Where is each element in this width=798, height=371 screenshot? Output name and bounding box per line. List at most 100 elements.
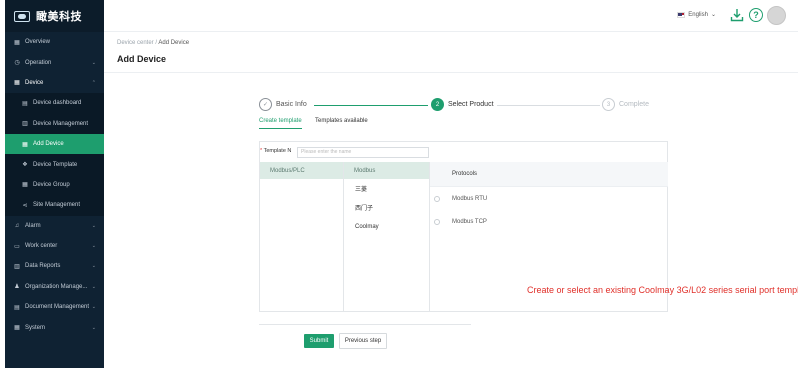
sidebar-item-site-management[interactable]: ⋖ Site Management [5,195,104,216]
chevron-down-icon: ⌄ [91,304,96,311]
sidebar-item-device-template[interactable]: ❖ Device Template [5,154,104,175]
dashboard-icon: ▤ [22,100,28,107]
tab-templates-available[interactable]: Templates available [315,118,368,128]
protocol-option-rtu[interactable]: Modbus RTU [430,187,668,210]
template-icon: ❖ [22,162,28,169]
sidebar-item-label: Device Template [33,161,78,168]
form-divider [259,324,471,325]
sidebar-item-label: Alarm [25,222,41,229]
chevron-down-icon: ⌄ [91,283,96,290]
org-icon: ♟ [14,284,20,291]
list-item[interactable]: Coolmay [344,217,429,236]
device-icon: ▦ [14,80,20,87]
sidebar-item-operation[interactable]: ◷ Operation ⌄ [5,52,104,72]
brand-column: Modbus 三菱 西门子 Coolmay [344,162,430,312]
protocols-column: Protocols Modbus RTU Modbus TCP Create o… [430,162,798,312]
template-name-label: * Template N [260,148,291,154]
header-divider [104,72,798,73]
share-icon: ⋖ [22,202,28,209]
step-number: 2 [431,98,444,111]
sidebar: 瞰美科技 ▦ Overview ◷ Operation ⌄ ▦ Device ⌃ ▤ Device… [5,0,104,368]
step-select-product: 2 Select Product [431,98,494,111]
chevron-down-icon: ⌄ [710,12,716,18]
tab-create-template[interactable]: Create template [259,118,302,129]
language-label: English [688,11,708,18]
submit-button[interactable]: Submit [304,334,334,348]
workcenter-icon: ▭ [14,243,20,250]
step-complete: 3 Complete [602,98,649,111]
previous-step-button[interactable]: Previous step [339,333,387,349]
protocol-option-tcp[interactable]: Modbus TCP [430,210,668,233]
radio-button[interactable] [434,218,440,225]
sidebar-item-label: System [25,324,46,331]
list-item[interactable]: 三菱 [344,179,429,198]
sidebar-item-overview[interactable]: ▦ Overview [5,32,104,52]
add-device-icon: ▦ [22,141,28,148]
sidebar-item-system[interactable]: ▦ System ⌄ [5,317,104,337]
sidebar-item-label: Organization Manage... [25,283,88,290]
sidebar-item-label: Overview [25,39,51,46]
download-icon[interactable] [730,8,744,22]
bell-icon: ♫ [14,222,20,229]
chevron-up-icon: ⌃ [91,79,96,86]
top-header: English ⌄ ? [104,0,798,32]
sidebar-item-label: Device Group [33,181,70,188]
step-connector [497,105,600,106]
chevron-down-icon: ⌄ [91,263,96,270]
radio-button[interactable] [434,195,440,202]
sidebar-item-organization-manage[interactable]: ♟ Organization Manage... ⌄ [5,277,104,297]
grid-icon: ▦ [14,39,20,46]
chevron-down-icon: ⌄ [91,324,96,331]
protocol-label: Modbus TCP [452,218,487,225]
brand-modbus[interactable]: Modbus [344,162,429,179]
step-label: Select Product [448,101,494,108]
breadcrumb: Device center / Add Device [117,40,189,46]
template-name-text: Template N [263,148,292,154]
sidebar-item-device-management[interactable]: ▥ Device Management [5,113,104,134]
check-icon: ✓ [259,98,272,111]
sidebar-item-label: Device [25,79,44,86]
group-icon: ▦ [22,182,28,189]
required-marker: * [260,148,263,154]
category-modbus-plc[interactable]: Modbus/PLC [260,162,343,179]
us-flag-icon [677,11,686,18]
template-panel: * Template N Please enter the name Modbu… [259,141,798,312]
step-number: 3 [602,98,615,111]
chart-icon: ▥ [14,263,20,270]
document-icon: ▤ [14,304,20,311]
avatar[interactable] [767,6,786,25]
step-label: Basic Info [276,101,307,108]
sidebar-item-device-group[interactable]: ▦ Device Group [5,174,104,196]
sidebar-item-data-reports[interactable]: ▥ Data Reports ⌄ [5,256,104,276]
sidebar-item-label: Site Management [33,202,81,209]
sidebar-item-add-device[interactable]: ▦ Add Device [5,133,104,155]
protocol-label: Modbus RTU [452,195,488,202]
system-icon: ▦ [14,325,20,332]
breadcrumb-parent[interactable]: Device center [117,40,154,46]
sidebar-item-label: Device dashboard [33,100,82,107]
sidebar-item-device[interactable]: ▦ Device ⌃ [5,73,104,93]
template-name-input[interactable]: Please enter the name [297,147,429,158]
sidebar-item-alarm[interactable]: ♫ Alarm ⌄ [5,216,104,236]
steps-progress: ✓ Basic Info 2 Select Product 3 Complete [259,98,679,114]
sidebar-item-device-dashboard[interactable]: ▤ Device dashboard [5,93,104,114]
app-window: 瞰美科技 ▦ Overview ◷ Operation ⌄ ▦ Device ⌃ ▤ Device… [0,0,798,371]
breadcrumb-current: Add Device [158,40,190,46]
category-column: Modbus/PLC [260,162,344,312]
sidebar-item-work-center[interactable]: ▭ Work center ⌄ [5,236,104,256]
protocols-header: Protocols [430,162,668,187]
language-selector[interactable]: English ⌄ [677,11,716,18]
annotation-note: Create or select an existing Coolmay 3G/… [527,285,798,295]
sidebar-item-label: Operation [25,59,52,66]
help-icon[interactable]: ? [749,8,763,22]
brand[interactable]: 瞰美科技 [5,0,104,32]
sidebar-item-document-management[interactable]: ▤ Document Management ⌄ [5,297,104,317]
clock-icon: ◷ [14,60,20,67]
list-item[interactable]: 西门子 [344,198,429,217]
step-label: Complete [619,101,649,108]
step-basic-info: ✓ Basic Info [259,98,307,111]
list-icon: ▥ [22,121,28,128]
sidebar-item-label: Device Management [33,120,89,127]
step-connector [314,105,428,106]
page-title: Add Device [117,54,167,64]
